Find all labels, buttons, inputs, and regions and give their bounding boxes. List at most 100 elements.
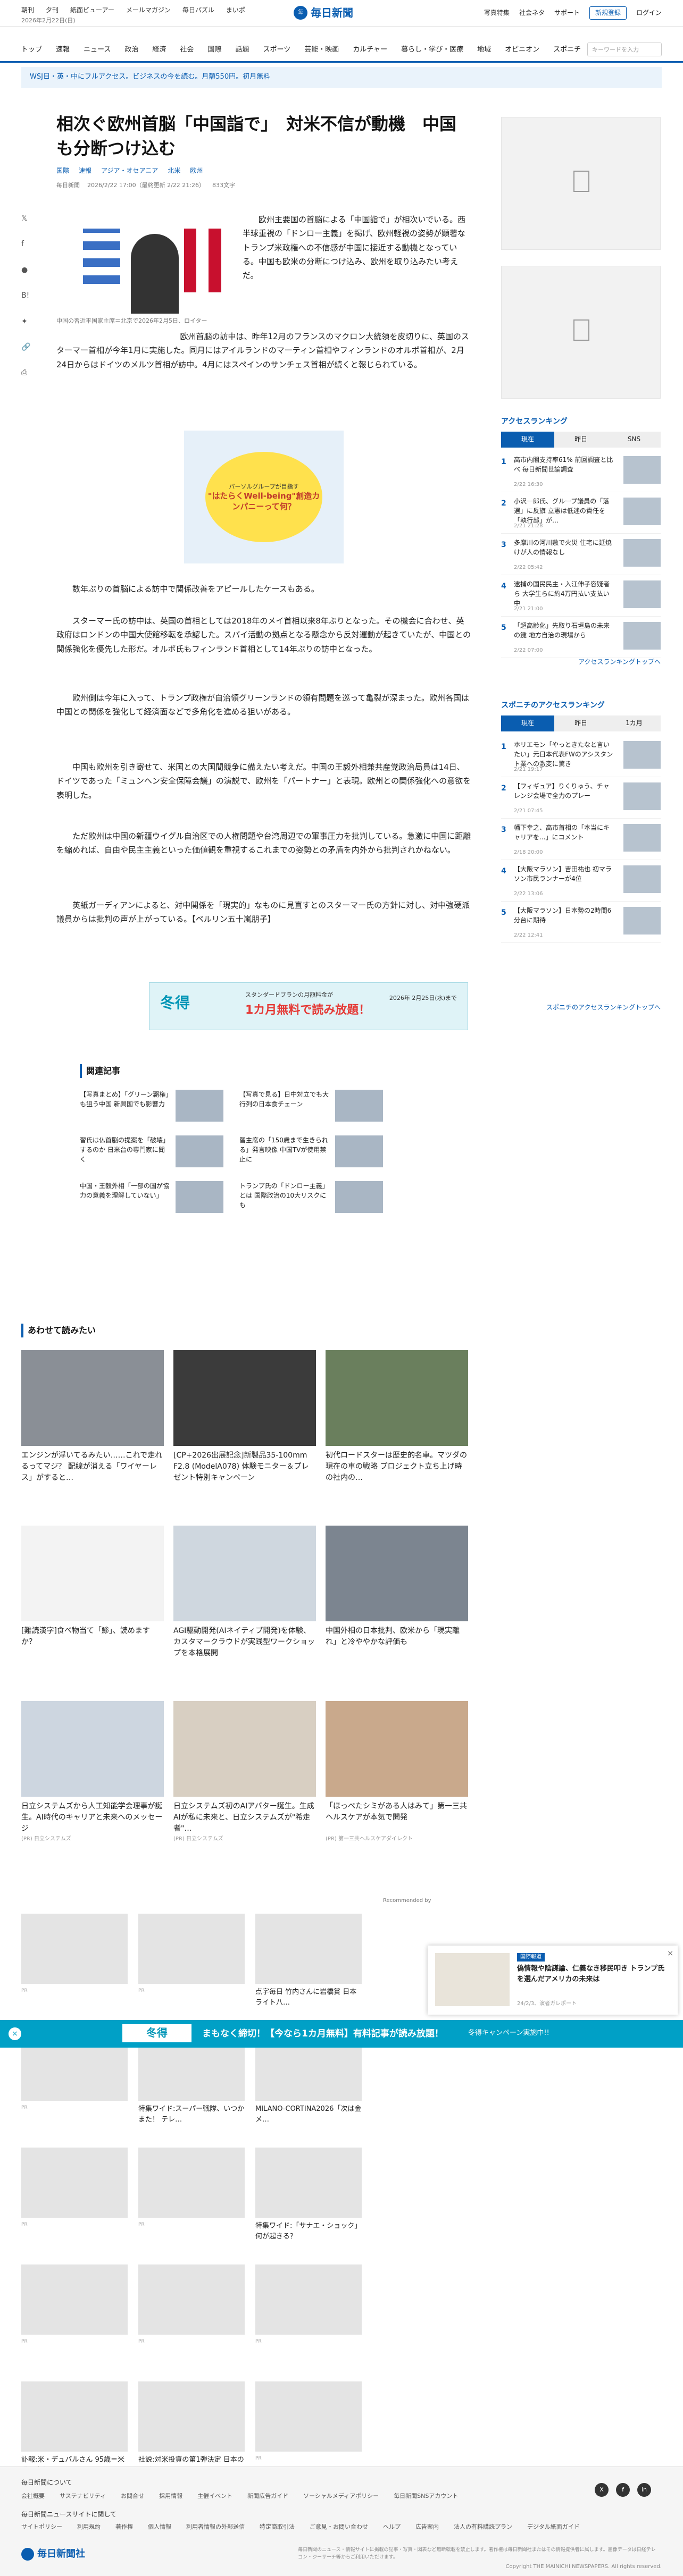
grid-item[interactable]: PR — [255, 2381, 362, 2462]
site-logo[interactable]: 毎 毎日新聞 — [294, 5, 389, 20]
related-title[interactable]: 【写真まとめ】「グリーン覇権」も狙う中国 新興国でも影響力 — [80, 1090, 170, 1109]
recommended-title[interactable]: AGI駆動開発(AIネイティブ開発)を体験、カスタマークラウドが実践型ワークショ… — [173, 1626, 316, 1660]
related-item[interactable]: 中国・王毅外相「一部の国が協力の意義を理解していない」 — [80, 1181, 223, 1216]
footer-link[interactable]: 毎日新聞SNSアカウント — [394, 2491, 458, 2501]
rank-title-text[interactable]: 高市内閣支持率61% 前回調査と比べ 毎日新聞世論調査 — [514, 455, 615, 474]
nav-item[interactable]: 政治 — [124, 45, 138, 56]
wsj-banner[interactable]: WSJ日・英・中にフルアクセス。ビジネスの今を読む。月額550円。初月無料 — [21, 67, 662, 88]
tab-sns[interactable]: SNS — [607, 432, 661, 448]
nav-item[interactable]: 話題 — [235, 45, 249, 56]
sponichi-more-link[interactable]: スポニチのアクセスランキングトップへ — [501, 1003, 661, 1013]
link-evening[interactable]: 夕刊 — [46, 5, 59, 15]
grid-item[interactable]: PR — [255, 2264, 362, 2345]
rank-title-text[interactable]: 「超高齢化」先取り石垣島の未来の鍵 地方自治の現場から — [514, 621, 615, 640]
rank-item[interactable]: 2 小沢一郎氏、グループ議員の「落選」に反旗 立憲は低迷の責任を「執行部」が… 2/… — [501, 493, 661, 534]
grid-item[interactable]: PR — [21, 2264, 128, 2345]
link-viewer[interactable]: 紙面ビューアー — [70, 5, 114, 15]
footer-logo[interactable]: 毎日新聞社 — [21, 2547, 85, 2562]
bluesky-icon[interactable]: ✦ — [21, 316, 30, 327]
nav-item[interactable]: オピニオン — [505, 45, 539, 56]
link-photo[interactable]: 写真特集 — [484, 8, 510, 18]
nav-item[interactable]: 地域 — [477, 45, 491, 56]
footer-link[interactable]: ヘルプ — [383, 2522, 401, 2532]
grid-item[interactable]: PR — [138, 1914, 245, 1994]
recommended-title[interactable]: 「ほっぺたシミがある人はみて」第一三共ヘルスケアが本気で開発 — [326, 1801, 468, 1835]
recommended-title[interactable]: [CP+2026出展記念]新製品35-100mm F2.8 (ModelA078… — [173, 1450, 316, 1484]
article-tag[interactable]: 速報 — [79, 166, 91, 176]
footer-link[interactable]: サステナビリティ — [60, 2491, 106, 2501]
related-title[interactable]: 【写真で見る】日中対立でも大行列の日本食チェーン — [239, 1090, 330, 1109]
rank-item[interactable]: 5 【大阪マラソン】日本勢の2時間6分台に期待 2/22 12:41 — [501, 903, 661, 943]
recommended-title[interactable]: エンジンが浮いてるみたい……これで走れるってマジ？ 配線が消える「ワイヤーレス」… — [21, 1450, 164, 1484]
campaign-bar[interactable]: × 冬得 まもなく締切！【今なら1カ月無料】有料記事が読み放題！ 冬得キャンペー… — [0, 2020, 683, 2048]
footer-link[interactable]: 主催イベント — [197, 2491, 232, 2501]
side-ad-2[interactable] — [501, 266, 661, 399]
side-ad-1[interactable] — [501, 117, 661, 250]
register-button[interactable]: 新規登録 — [589, 6, 627, 20]
facebook-icon[interactable]: f — [21, 238, 30, 250]
footer-link[interactable]: サイトポリシー — [21, 2522, 62, 2532]
link-support[interactable]: サポート — [554, 8, 580, 18]
rank-item[interactable]: 3 幡下幸之、高市首相の「本当にキャリアを...」にコメント 2/18 20:00 — [501, 820, 661, 860]
recommended-title[interactable]: 日立システムズ初のAIアバター誕生。生成AIが私に未来と、日立システムズが"希走… — [173, 1801, 316, 1835]
grid-title[interactable]: MILANO-CORTINA2026「次は金メ… — [255, 2104, 362, 2125]
grid-item[interactable]: PR — [138, 2148, 245, 2228]
related-item[interactable]: トランプ氏の「ドンロー主義」とは 国際政治の10大リスクにも — [239, 1181, 383, 1216]
grid-title[interactable]: 特集ワイド:「サナエ・ショック」何が起きる？ — [255, 2221, 362, 2242]
related-item[interactable]: 習主席の「150歳まで生きられる」発言映像 中国TVが使用禁止に — [239, 1135, 383, 1171]
rank-title-text[interactable]: 幡下幸之、高市首相の「本当にキャリアを...」にコメント — [514, 823, 615, 842]
footer-link[interactable]: 新聞広告ガイド — [247, 2491, 288, 2501]
link-morning[interactable]: 朝刊 — [21, 5, 34, 15]
related-item[interactable]: 【写真で見る】日中対立でも大行列の日本食チェーン — [239, 1090, 383, 1125]
link-society[interactable]: 社会ネタ — [519, 8, 545, 18]
footer-link[interactable]: デジタル紙面ガイド — [527, 2522, 580, 2532]
recommended-card[interactable]: 初代ロードスターは歴史的名車。マツダの現在の車の戦略 プロジェクト立ち上げ時の社… — [326, 1350, 468, 1484]
ranking-more-link[interactable]: アクセスランキングトップへ — [501, 657, 661, 667]
footer-link[interactable]: お問合せ — [121, 2491, 144, 2501]
popup-title[interactable]: 偽情報や陰謀論、仁義なき移民叩き トランプ氏を選んだアメリカの未来は — [517, 1964, 666, 1984]
grid-item[interactable]: 社説:対米投資の第1弾決定 日本の国益に… — [138, 2381, 245, 2476]
rank-title-text[interactable]: 逮捕の国民民主・入江伸子容疑者ら 大学生らに約4万円払い支払い中 — [514, 579, 615, 608]
print-icon[interactable]: ⎙ — [21, 367, 30, 378]
login-button[interactable]: ログイン — [636, 8, 662, 18]
tab-yesterday[interactable]: 昨日 — [554, 432, 607, 448]
recommended-card[interactable]: 日立システムズから人工知能学会理事が誕生。AI時代のキャリアと未来へのメッセージ… — [21, 1701, 164, 1843]
nav-item[interactable]: 国際 — [207, 45, 221, 56]
tab-month[interactable]: 1カ月 — [607, 715, 661, 731]
grid-item[interactable]: 点字毎日 竹内さんに岩橋賞 日本ライト八… — [255, 1914, 362, 2008]
recommended-title[interactable]: 初代ロードスターは歴史的名車。マツダの現在の車の戦略 プロジェクト立ち上げ時の社… — [326, 1450, 468, 1484]
close-icon[interactable]: × — [9, 2027, 21, 2040]
link-maipo[interactable]: まいポ — [226, 5, 245, 15]
footer-link[interactable]: 著作権 — [115, 2522, 133, 2532]
rank-item[interactable]: 3 多摩川の河川敷で火災 住宅に延焼 けが人の情報なし 2/22 05:42 — [501, 535, 661, 575]
grid-item[interactable]: PR — [21, 1914, 128, 1994]
related-title[interactable]: 習主席の「150歳まで生きられる」発言映像 中国TVが使用禁止に — [239, 1135, 330, 1164]
article-photo[interactable] — [56, 213, 232, 314]
related-title[interactable]: 中国・王毅外相「一部の国が協力の意義を理解していない」 — [80, 1181, 170, 1200]
article-tag[interactable]: 北米 — [168, 166, 180, 176]
nav-item[interactable]: スポニチ — [553, 45, 581, 56]
tab-now[interactable]: 現在 — [501, 432, 554, 448]
grid-item[interactable]: 特集ワイド:「サナエ・ショック」何が起きる？ — [255, 2148, 362, 2242]
promo-banner[interactable]: 冬得 スタンダードプランの月額料金が 1カ月無料で読み放題！ 2026年 2月2… — [149, 982, 468, 1030]
facebook-icon[interactable]: f — [616, 2483, 630, 2497]
hatena-icon[interactable]: B! — [21, 290, 30, 301]
search-input[interactable]: キーワードを入力 — [587, 43, 662, 56]
close-icon[interactable]: × — [667, 1948, 673, 1959]
footer-link[interactable]: 利用者情報の外部送信 — [186, 2522, 245, 2532]
footer-link[interactable]: ご意見・お問い合わせ — [310, 2522, 368, 2532]
recommended-card[interactable]: 日立システムズ初のAIアバター誕生。生成AIが私に未来と、日立システムズが"希走… — [173, 1701, 316, 1843]
tab-yesterday[interactable]: 昨日 — [554, 715, 607, 731]
footer-link[interactable]: 会社概要 — [21, 2491, 45, 2501]
related-title[interactable]: トランプ氏の「ドンロー主義」とは 国際政治の10大リスクにも — [239, 1181, 330, 1210]
recommended-card[interactable]: [CP+2026出展記念]新製品35-100mm F2.8 (ModelA078… — [173, 1350, 316, 1484]
recommended-title[interactable]: 日立システムズから人工知能学会理事が誕生。AI時代のキャリアと未来へのメッセージ — [21, 1801, 164, 1835]
grid-title[interactable]: 特集ワイド:スーパー戦隊、いつかまた！ テレ… — [138, 2104, 245, 2125]
related-item[interactable]: 習氏は仏首脳の提案を「破壊」するのか 日米台の専門家に聞く — [80, 1135, 223, 1171]
link-icon[interactable]: 🔗 — [21, 341, 30, 353]
footer-link[interactable]: 利用規約 — [77, 2522, 101, 2532]
recommended-title[interactable]: 中国外相の日本批判、欧米から「現実離れ」と冷ややかな評価も — [326, 1626, 468, 1660]
x-icon[interactable]: X — [595, 2483, 609, 2497]
instagram-icon[interactable]: in — [637, 2483, 651, 2497]
recommended-card[interactable]: 「ほっぺたシミがある人はみて」第一三共ヘルスケアが本気で開発 (PR) 第一三共ヘ… — [326, 1701, 468, 1843]
